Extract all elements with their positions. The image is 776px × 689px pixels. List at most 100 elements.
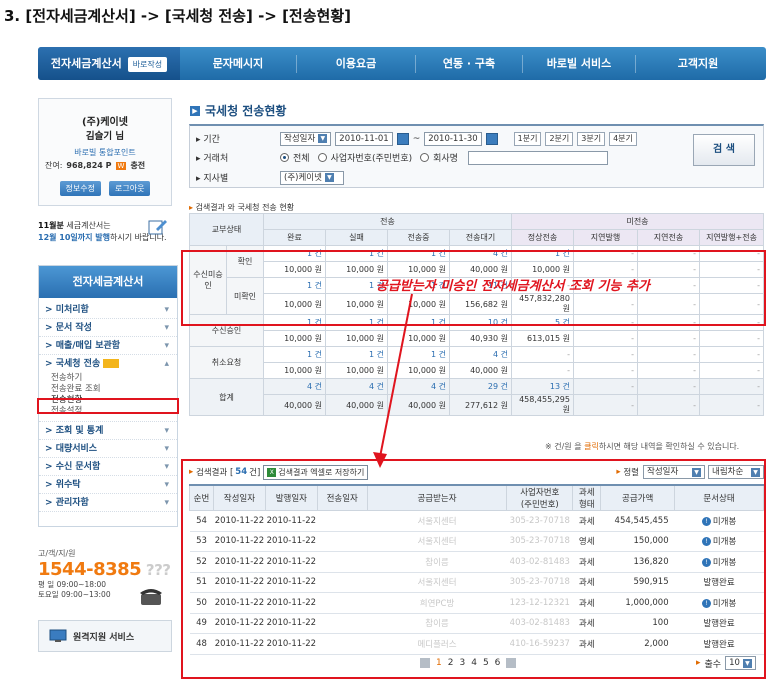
balance-label: 잔여: <box>45 161 63 170</box>
period-type-select[interactable]: 작성일자 ▼ <box>280 131 332 146</box>
trader-search-input[interactable] <box>467 150 608 165</box>
amount-cell: - <box>637 394 700 416</box>
nav-integration[interactable]: 연동 · 구축 <box>416 47 522 80</box>
menu-inbox[interactable]: > 수신 문서함 ▾ <box>39 458 177 476</box>
amount-cell: - <box>699 330 764 347</box>
quarter-1-button[interactable]: 1분기 <box>513 131 542 146</box>
period-row: ▸ 기간 작성일자 ▼ 2010-11-01 ~ 2010-11-30 1분기 2… <box>196 130 637 147</box>
amount-cell[interactable]: 613,015 원 <box>511 330 574 347</box>
side-menu: 전자세금계산서 > 미처리함 ▾ > 문서 작성 ▾ > 매출/매입 보관함 ▾ > … <box>38 265 178 527</box>
amount-cell[interactable]: 40,000 원 <box>449 362 512 379</box>
amount-cell[interactable]: 458,455,295 원 <box>511 394 574 416</box>
period-label: ▸ 기간 <box>196 135 220 145</box>
point-link[interactable]: 바로빌 통합포인트 <box>39 147 171 158</box>
row-group-label: 합계 <box>189 378 264 416</box>
chevron-down-icon: ▾ <box>164 480 169 490</box>
submenu-sent-list[interactable]: 전송완료 조회 <box>39 384 177 395</box>
user-info-box: (주)케이넷 김슬기 님 바로빌 통합포인트 잔여: 968,824 P W 충… <box>38 98 172 206</box>
annotation-arrow <box>373 293 413 468</box>
summary-footnote: ※ 건/원 을 클릭하시면 해당 내역을 확인하실 수 있습니다. <box>545 442 740 451</box>
amount-cell: - <box>699 362 764 379</box>
count-cell: - <box>699 378 764 395</box>
branch-select[interactable]: (주)케이넷 ▼ <box>280 170 344 185</box>
side-menu-title: 전자세금계산서 <box>39 266 177 298</box>
chevron-up-icon: ▴ <box>164 359 169 369</box>
amount-cell: - <box>573 330 638 347</box>
charge-link[interactable]: 충전 <box>130 160 145 171</box>
radio-all[interactable] <box>280 153 289 162</box>
quick-write-badge[interactable]: 바로작성 <box>127 56 168 72</box>
count-cell[interactable]: 1 건 <box>263 346 326 363</box>
radio-all-label: 전체 <box>293 154 310 164</box>
count-cell: - <box>573 346 638 363</box>
nav-pricing[interactable]: 이용요금 <box>297 47 415 80</box>
radio-bizno-label: 사업자번호(주민번호) <box>330 154 413 164</box>
calendar-icon[interactable] <box>396 132 409 145</box>
search-button[interactable]: 검 색 <box>693 134 755 166</box>
amount-cell[interactable]: 10,000 원 <box>263 330 326 347</box>
page-heading: 3. [전자세금계산서] -> [국세청 전송] -> [전송현황] <box>4 7 351 25</box>
col-header: 지연발행+전송 <box>699 229 764 246</box>
menu-stats[interactable]: > 조회 및 통계 ▾ <box>39 422 177 440</box>
date-to-input[interactable]: 2010-11-30 <box>424 131 482 146</box>
nav-tax-invoice[interactable]: 전자세금계산서 바로작성 <box>38 47 180 80</box>
nav-barobill-service[interactable]: 바로빌 서비스 <box>523 47 635 80</box>
quarter-2-button[interactable]: 2분기 <box>545 131 574 146</box>
title-bullet-icon: ▶ <box>190 105 200 116</box>
amount-cell: - <box>573 362 638 379</box>
col-header: 실패 <box>325 229 388 246</box>
quarter-3-button[interactable]: 3분기 <box>577 131 606 146</box>
count-cell: - <box>511 346 574 363</box>
summary-row: 취소요청 1 건1 건1 건4 건---- <box>189 346 764 379</box>
summary-row: 10,000 원 10,000 원 10,000 원 40,930 원 613,015 … <box>190 330 764 347</box>
count-cell[interactable]: 29 건 <box>449 378 512 395</box>
amount-cell[interactable]: 277,612 원 <box>449 394 512 416</box>
count-cell: - <box>699 346 764 363</box>
summary-label: ▸ 검색결과 와 국세청 전송 현황 <box>189 203 295 212</box>
nav-support[interactable]: 고객지원 <box>636 47 760 80</box>
page-title: ▶ 국세청 전송현황 <box>190 102 286 119</box>
menu-nts-send[interactable]: > 국세청 전송 ▴ <box>39 355 177 373</box>
edit-profile-button[interactable]: 정보수정 <box>59 181 101 196</box>
logout-button[interactable]: 로그아웃 <box>109 181 151 196</box>
amount-cell: - <box>511 362 574 379</box>
count-cell[interactable]: 4 건 <box>263 378 326 395</box>
menu-storage[interactable]: > 매출/매입 보관함 ▾ <box>39 337 177 355</box>
menu-unprocessed[interactable]: > 미처리함 ▾ <box>39 301 177 319</box>
col-header: 지연발행 <box>573 229 638 246</box>
quarter-4-button[interactable]: 4분기 <box>609 131 637 146</box>
amount-cell: - <box>573 394 638 416</box>
radio-bizno[interactable] <box>317 153 327 162</box>
menu-write[interactable]: > 문서 작성 ▾ <box>39 319 177 337</box>
chevron-down-icon: ▾ <box>164 498 169 508</box>
chevron-down-icon: ▾ <box>164 462 169 472</box>
menu-admin[interactable]: > 관리자함 ▾ <box>39 494 177 512</box>
notice-month: 11월분 <box>38 221 64 230</box>
menu-consignment[interactable]: > 위수탁 ▾ <box>39 476 177 494</box>
date-from-input[interactable]: 2010-11-01 <box>335 131 393 146</box>
chevron-down-icon: ▾ <box>164 426 169 436</box>
amount-cell[interactable]: 10,000 원 <box>263 362 326 379</box>
top-nav: 전자세금계산서 바로작성 문자메시지 이용요금 연동 · 구축 바로빌 서비스 고… <box>38 47 766 80</box>
col-status: 교부상태 <box>189 213 264 246</box>
amount-cell[interactable]: 40,930 원 <box>449 330 512 347</box>
amount-cell: - <box>699 394 764 416</box>
branch-label: ▸ 지사별 <box>196 174 229 184</box>
chevron-down-icon: ▾ <box>164 305 169 315</box>
calendar-icon[interactable] <box>485 132 498 145</box>
radio-company[interactable] <box>420 153 430 162</box>
summary-row: 40,000 원 40,000 원 40,000 원 277,612 원 458,455… <box>190 394 764 416</box>
submenu-send[interactable]: 전송하기 <box>39 373 177 384</box>
count-cell[interactable]: 4 건 <box>449 346 512 363</box>
group-unsent: 미전송 <box>511 213 764 230</box>
notice-text1: 세금계산서는 <box>63 221 111 230</box>
count-cell: - <box>573 378 638 395</box>
company-name: (주)케이넷 <box>82 117 128 128</box>
remote-support-button[interactable]: 원격지원 서비스 <box>38 620 172 652</box>
amount-cell[interactable]: 40,000 원 <box>263 394 326 416</box>
nav-sms[interactable]: 문자메시지 <box>180 47 296 80</box>
count-cell[interactable]: 13 건 <box>511 378 574 395</box>
menu-bulk[interactable]: > 대량서비스 ▾ <box>39 440 177 458</box>
chevron-down-icon: ▾ <box>164 444 169 454</box>
row-group-label: 취소요청 <box>189 346 264 379</box>
